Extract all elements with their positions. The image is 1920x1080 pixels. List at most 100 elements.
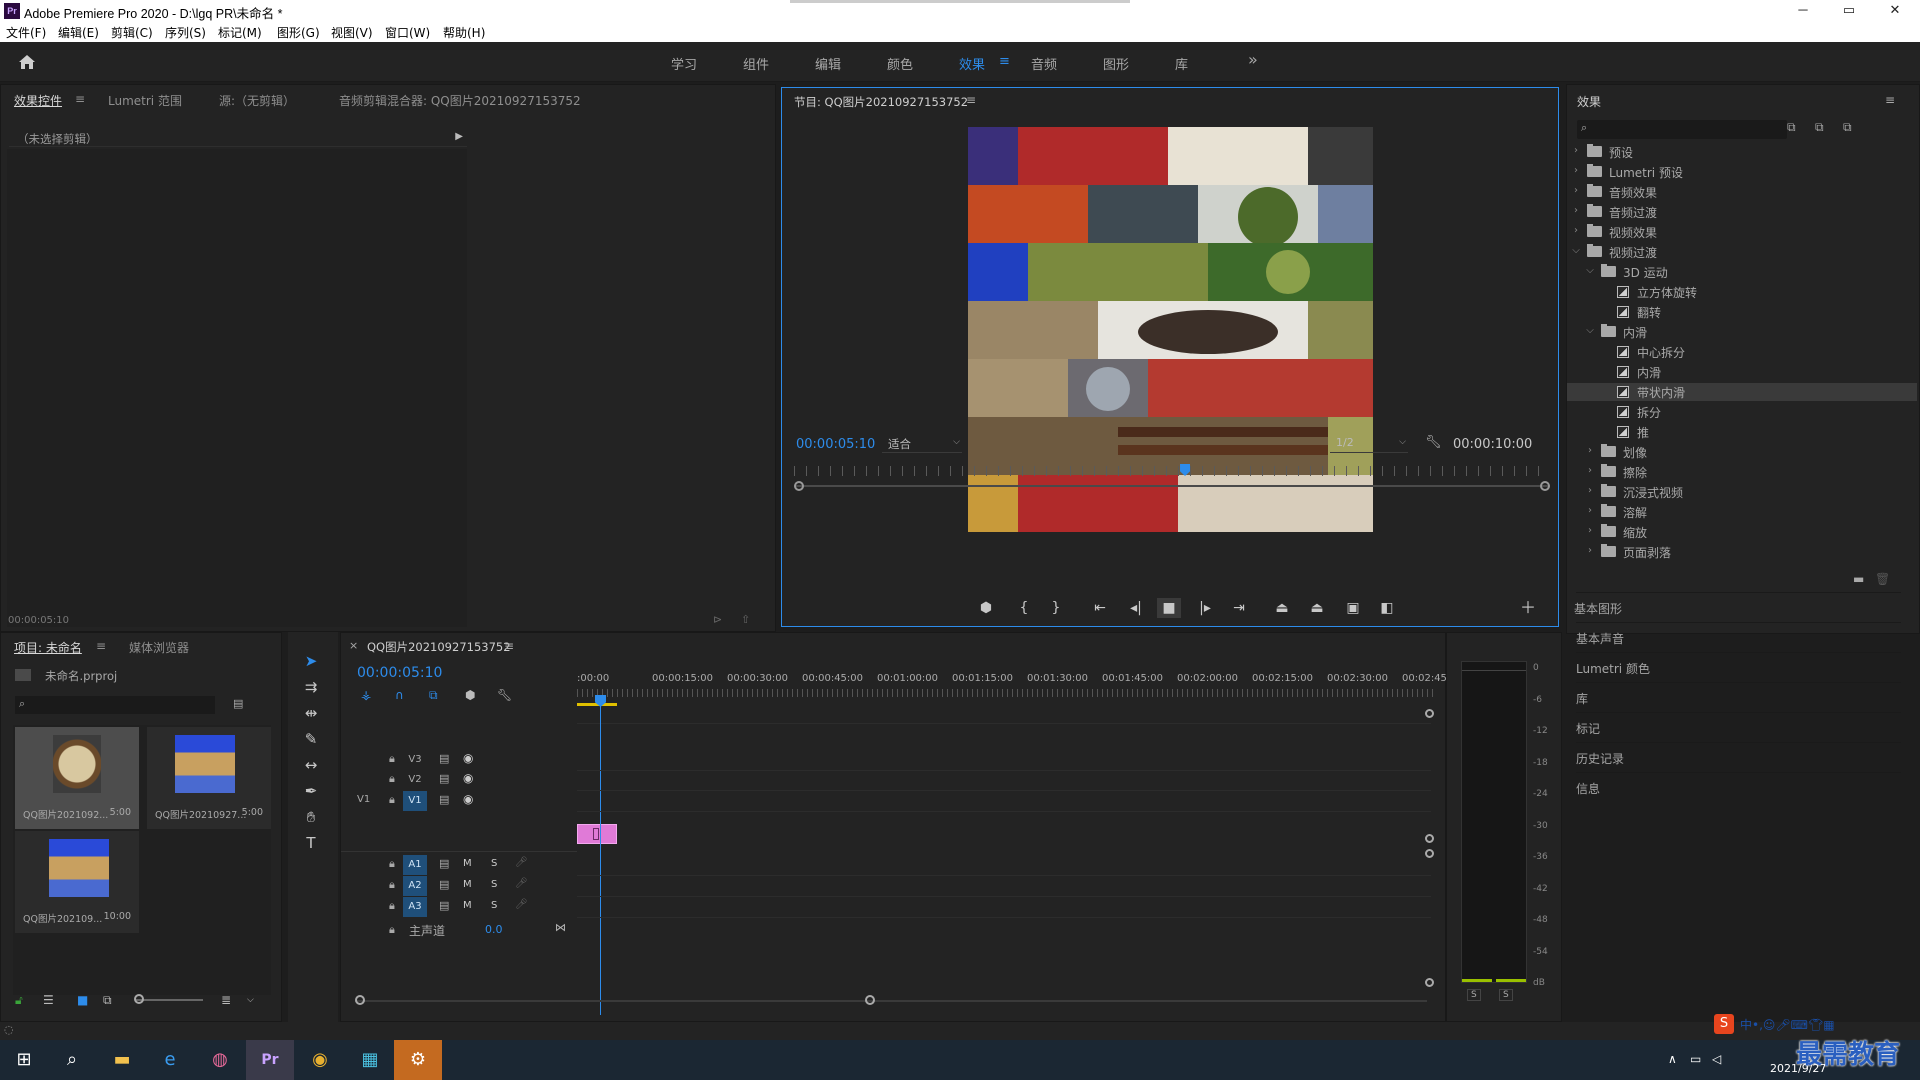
tab-effect-controls[interactable]: 效果控件 xyxy=(14,92,62,109)
volume-icon[interactable]: ◁ xyxy=(1712,1052,1721,1066)
icon-view-icon[interactable]: ■ xyxy=(77,993,88,1007)
time-ruler[interactable]: :00:00 00:00:15:00 00:00:30:00 00:00:45:00 0… xyxy=(577,673,1450,701)
v-scroll-top-handle[interactable] xyxy=(1425,709,1434,718)
v-scroll-video-handle[interactable] xyxy=(1425,834,1434,843)
panel-menu-icon[interactable]: ≡ xyxy=(75,92,85,106)
chevron-down-icon[interactable]: ⌵ xyxy=(1585,325,1595,336)
program-current-timecode[interactable]: 00:00:05:10 xyxy=(796,437,875,452)
wrench-icon[interactable]: 🔧︎ xyxy=(1425,435,1442,450)
go-to-in-button[interactable]: ⇤ xyxy=(1088,598,1112,618)
effect-folder[interactable]: › 划像 xyxy=(1567,443,1917,461)
effect-folder[interactable]: › Lumetri 预设 xyxy=(1567,163,1917,181)
ime-mode-icon[interactable]: 中•,☺🎤︎⌨👕︎▦ xyxy=(1740,1016,1835,1033)
h-scroll-left-handle[interactable] xyxy=(355,995,365,1005)
chevron-right-icon[interactable]: › xyxy=(1571,205,1581,216)
go-to-out-button[interactable]: ⇥ xyxy=(1227,598,1251,618)
solo-button[interactable]: S xyxy=(491,858,497,869)
effect-item[interactable]: 翻转 xyxy=(1567,303,1917,321)
effect-folder[interactable]: › 缩放 xyxy=(1567,523,1917,541)
comparison-view-button[interactable]: ◧ xyxy=(1375,598,1399,618)
mark-in-button[interactable]: { xyxy=(1012,598,1036,618)
expand-arrow-icon[interactable]: ▶ xyxy=(455,131,463,142)
effect-item[interactable]: 拆分 xyxy=(1567,403,1917,421)
export-frame-camera-icon[interactable]: ▣ xyxy=(1341,598,1365,618)
chevron-right-icon[interactable]: › xyxy=(1585,505,1595,516)
master-volume-value[interactable]: 0.0 xyxy=(485,923,503,936)
effect-folder[interactable]: › 擦除 xyxy=(1567,463,1917,481)
sync-lock-icon[interactable]: ▤ xyxy=(439,857,449,870)
fit-dropdown[interactable]: 适合 ⌵ xyxy=(882,435,962,453)
chevron-right-icon[interactable]: › xyxy=(1585,465,1595,476)
close-button[interactable]: ✕ xyxy=(1872,0,1918,22)
project-item[interactable]: QQ图片202109... 10:00 xyxy=(15,831,139,933)
stop-button[interactable]: ■ xyxy=(1157,598,1181,618)
track-lock-icon[interactable]: 🔒︎ xyxy=(389,923,395,937)
monitor-scroll-left-handle[interactable] xyxy=(794,481,804,491)
sort-icon[interactable]: ≣ xyxy=(221,993,231,1007)
audio-track-target[interactable]: A1 xyxy=(403,855,427,875)
voice-over-mic-icon[interactable]: 🎤︎ xyxy=(515,899,528,910)
snap-icon[interactable]: ∩ xyxy=(395,688,404,702)
ripple-edit-tool-icon[interactable]: ⇹ xyxy=(298,702,324,724)
sync-lock-icon[interactable]: ▤ xyxy=(439,752,449,765)
minimize-button[interactable]: ─ xyxy=(1780,0,1826,22)
project-item[interactable]: QQ图片20210927... 5:00 xyxy=(147,727,271,829)
maximize-button[interactable]: ▭ xyxy=(1826,0,1872,22)
eye-icon[interactable]: ◉ xyxy=(463,792,473,806)
effect-folder[interactable]: › 预设 xyxy=(1567,143,1917,161)
solo-right-button[interactable]: S xyxy=(1499,989,1513,1001)
edge-browser-icon[interactable]: e xyxy=(146,1040,194,1080)
pen-tool-icon[interactable]: ✒ xyxy=(298,780,324,802)
menu-file[interactable]: 文件(F) xyxy=(6,24,46,41)
section-essential-sound[interactable]: 基本声音 xyxy=(1576,622,1901,652)
workspace-audio[interactable]: 音频 xyxy=(1031,54,1057,73)
mute-button[interactable]: M xyxy=(463,879,472,890)
workspace-menu-icon[interactable]: ≡ xyxy=(999,54,1010,69)
program-menu-icon[interactable]: ≡ xyxy=(966,93,976,107)
effect-folder[interactable]: › 页面剥落 xyxy=(1567,543,1917,561)
zoom-slider-handle[interactable] xyxy=(134,994,144,1004)
workspace-editing[interactable]: 编辑 xyxy=(815,54,841,73)
windows-start-icon[interactable]: ⊞ xyxy=(0,1040,48,1080)
sequence-menu-icon[interactable]: ≡ xyxy=(504,639,514,653)
chevron-down-icon[interactable]: ⌵ xyxy=(1585,265,1595,276)
zoom-slider[interactable] xyxy=(135,999,203,1001)
project-search-input[interactable]: ⌕ xyxy=(15,696,215,714)
menu-edit[interactable]: 编辑(E) xyxy=(58,24,99,41)
audio-track-target[interactable]: A3 xyxy=(403,897,427,917)
v-scroll-audio-handle[interactable] xyxy=(1425,849,1434,858)
add-marker-icon[interactable]: ⬢ xyxy=(465,688,475,702)
step-forward-button[interactable]: |▸ xyxy=(1193,598,1217,618)
track-lock-icon[interactable]: 🔒︎ xyxy=(389,857,395,871)
solo-left-button[interactable]: S xyxy=(1467,989,1481,1001)
network-icon[interactable]: ▭ xyxy=(1690,1052,1701,1066)
timeline-timecode[interactable]: 00:00:05:10 xyxy=(357,665,442,681)
home-icon[interactable] xyxy=(16,52,38,72)
track-select-tool-icon[interactable]: ⇉ xyxy=(298,676,324,698)
effect-item[interactable]: 带状内滑 xyxy=(1567,383,1917,401)
lift-button[interactable]: ⏏ xyxy=(1270,598,1294,618)
eye-icon[interactable]: ◉ xyxy=(463,771,473,785)
chevron-right-icon[interactable]: › xyxy=(1571,165,1581,176)
track-target[interactable]: V3 xyxy=(403,750,427,770)
source-patch-label[interactable]: V1 xyxy=(357,794,370,805)
track-lock-icon[interactable]: 🔒︎ xyxy=(389,878,395,892)
freeform-view-icon[interactable]: ⧉ xyxy=(103,993,112,1008)
lock-icon[interactable]: 🔓︎ xyxy=(15,993,23,1008)
sync-lock-icon[interactable]: ▤ xyxy=(439,878,449,891)
32bit-effects-icon[interactable]: ⧉ xyxy=(1815,120,1824,135)
tray-chevron-icon[interactable]: ∧ xyxy=(1668,1052,1677,1066)
tab-source[interactable]: 源:（无剪辑） xyxy=(219,92,295,109)
chrome-icon[interactable]: ◉ xyxy=(296,1040,344,1080)
effect-folder[interactable]: › 沉浸式视频 xyxy=(1567,483,1917,501)
chevron-right-icon[interactable]: › xyxy=(1585,485,1595,496)
sync-lock-icon[interactable]: ▤ xyxy=(439,899,449,912)
menu-sequence[interactable]: 序列(S) xyxy=(165,24,206,41)
section-info[interactable]: 信息 xyxy=(1576,772,1901,802)
section-essential-graphics[interactable]: 基本图形 xyxy=(1574,592,1901,622)
h-scrollbar-track[interactable] xyxy=(355,1000,1427,1002)
effect-item[interactable]: 内滑 xyxy=(1567,363,1917,381)
add-marker-button[interactable]: ⬢ xyxy=(974,598,998,618)
export-icon[interactable]: ⇧ xyxy=(741,613,750,626)
workspace-color[interactable]: 颜色 xyxy=(887,54,913,73)
